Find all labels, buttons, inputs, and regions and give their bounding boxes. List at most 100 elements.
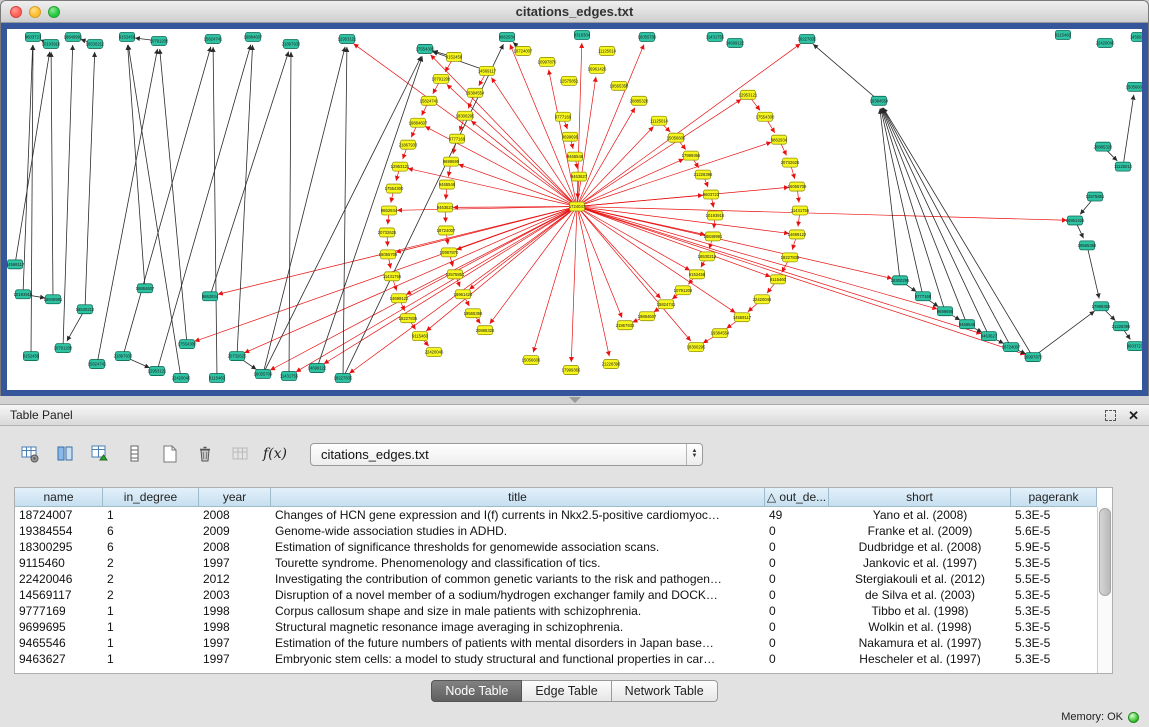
graph-node[interactable]: 11431756: [280, 372, 299, 381]
graph-node[interactable]: 9777169: [555, 112, 572, 121]
graph-node[interactable]: 11431756: [383, 272, 402, 281]
graph-node[interactable]: 16055709: [254, 370, 273, 379]
row-height-icon[interactable]: [121, 441, 149, 467]
graph-node[interactable]: 18724007: [437, 226, 456, 235]
graph-node[interactable]: 9152458: [689, 270, 706, 279]
graph-node[interactable]: 20885328: [476, 326, 495, 335]
graph-node[interactable]: 12953121: [391, 162, 410, 171]
graph-node[interactable]: 9465546: [439, 180, 456, 189]
graph-node[interactable]: 18300295: [687, 343, 706, 352]
column-header-year[interactable]: year: [199, 488, 271, 507]
graph-node[interactable]: 9152458: [119, 32, 136, 41]
graph-node[interactable]: 22420046: [1096, 38, 1115, 47]
new-file-icon[interactable]: [156, 441, 184, 467]
graph-node[interactable]: 20885328: [630, 96, 649, 105]
table-settings-icon[interactable]: [16, 441, 44, 467]
minimize-window-button[interactable]: [29, 6, 41, 18]
graph-node[interactable]: 18724007: [1002, 343, 1021, 352]
graph-node[interactable]: 1724047: [569, 202, 586, 211]
graph-node[interactable]: 18227835: [781, 253, 800, 262]
table-scrollbar-thumb[interactable]: [1099, 508, 1111, 596]
graph-node[interactable]: 17554300: [385, 184, 404, 193]
table-row[interactable]: 946362711997Embryonic stem cells: a mode…: [15, 651, 1112, 667]
columns-icon[interactable]: [51, 441, 79, 467]
graph-node[interactable]: 8318304: [574, 30, 591, 39]
column-header-short[interactable]: short: [829, 488, 1011, 507]
graph-node[interactable]: 12953121: [739, 90, 758, 99]
graph-node[interactable]: 15824741: [204, 34, 223, 43]
graph-node[interactable]: 14569117: [1130, 32, 1142, 41]
graph-node[interactable]: 21867933: [282, 39, 301, 48]
graph-node[interactable]: 10997870: [440, 248, 459, 257]
column-header-indegree[interactable]: in_degree: [103, 488, 199, 507]
graph-node[interactable]: 9603723: [1127, 342, 1142, 351]
graph-node[interactable]: 9603723: [25, 32, 42, 41]
graph-node[interactable]: 9115460: [209, 374, 226, 383]
graph-node[interactable]: 21867933: [616, 321, 635, 330]
graph-node[interactable]: 21228398: [694, 170, 713, 179]
graph-node[interactable]: 18724007: [514, 46, 533, 55]
graph-node[interactable]: 16961426: [588, 64, 607, 73]
graph-node[interactable]: 12953121: [148, 367, 167, 376]
graph-node[interactable]: 11125014: [1114, 162, 1133, 171]
column-header-outde[interactable]: △ out_de...: [765, 488, 829, 507]
graph-node[interactable]: 19565358: [1078, 241, 1097, 250]
graph-node[interactable]: 18530212: [698, 252, 717, 261]
graph-node[interactable]: 11125014: [650, 116, 669, 125]
splitter-handle-icon[interactable]: [569, 397, 581, 403]
graph-node[interactable]: 18227835: [798, 34, 817, 43]
graph-node[interactable]: 9862934: [499, 32, 516, 41]
graph-node[interactable]: 9152458: [446, 52, 463, 61]
graph-node[interactable]: 14699122: [788, 230, 807, 239]
graph-node[interactable]: 9463627: [571, 172, 588, 181]
graph-node[interactable]: 11431756: [706, 32, 725, 41]
table-row[interactable]: 946554611997Estimation of the future num…: [15, 635, 1112, 651]
graph-node[interactable]: 10791208: [150, 36, 169, 45]
graph-node[interactable]: 15056606: [1126, 82, 1142, 91]
table-row[interactable]: 969969511998Structural magnetic resonanc…: [15, 619, 1112, 635]
graph-node[interactable]: 15824741: [657, 300, 676, 309]
graph-node[interactable]: 9699695: [443, 157, 460, 166]
graph-node[interactable]: 18849991: [704, 232, 723, 241]
float-panel-icon[interactable]: [1105, 410, 1116, 421]
graph-node[interactable]: 10791208: [54, 344, 73, 353]
table-row[interactable]: 1456911722003Disruption of a novel membe…: [15, 587, 1112, 603]
table-disabled-icon[interactable]: [226, 441, 254, 467]
graph-node[interactable]: 16961426: [454, 290, 473, 299]
graph-node[interactable]: 9115460: [412, 332, 429, 341]
graph-node[interactable]: 17554300: [416, 44, 435, 53]
graph-node[interactable]: 20732625: [378, 228, 397, 237]
graph-node[interactable]: 9465546: [567, 152, 584, 161]
graph-node[interactable]: 17999366: [562, 366, 581, 375]
table-row[interactable]: 977716911998Corpus callosum shape and si…: [15, 603, 1112, 619]
graph-node[interactable]: 19884607: [244, 32, 263, 41]
graph-node[interactable]: 19565358: [464, 309, 483, 318]
graph-node[interactable]: 19384554: [466, 88, 485, 97]
graph-node[interactable]: 10791208: [674, 286, 693, 295]
graph-node[interactable]: 9115460: [1055, 30, 1072, 39]
graph-node[interactable]: 18227835: [399, 314, 418, 323]
graph-node[interactable]: 12575851: [560, 76, 579, 85]
graph-node[interactable]: 15824741: [420, 96, 439, 105]
graph-node[interactable]: 9463627: [981, 332, 998, 341]
graph-node[interactable]: 9152458: [23, 352, 40, 361]
graph-node[interactable]: 15056606: [522, 356, 541, 365]
graph-node[interactable]: 21228398: [602, 360, 621, 369]
graph-node[interactable]: 9699695: [562, 132, 579, 141]
column-header-name[interactable]: name: [15, 488, 103, 507]
table-row[interactable]: 1872400712008Changes of HCN gene express…: [15, 507, 1112, 523]
graph-node[interactable]: 12575851: [1086, 192, 1105, 201]
graph-node[interactable]: 22420046: [753, 295, 772, 304]
graph-node[interactable]: 10193918: [14, 290, 33, 299]
table-row[interactable]: 1830029562008Estimation of significance …: [15, 539, 1112, 555]
window-titlebar[interactable]: citations_edges.txt: [1, 1, 1148, 23]
graph-node[interactable]: 9115460: [770, 275, 787, 284]
graph-node[interactable]: 14569117: [478, 66, 497, 75]
graph-node[interactable]: 18530212: [86, 39, 105, 48]
graph-node[interactable]: 14569117: [733, 313, 752, 322]
table-row[interactable]: 2242004622012Investigating the contribut…: [15, 571, 1112, 587]
graph-node[interactable]: 18300295: [891, 276, 910, 285]
graph-node[interactable]: 9699695: [937, 307, 954, 316]
graph-node[interactable]: 16961426: [1066, 216, 1085, 225]
graph-node[interactable]: 9862934: [381, 206, 398, 215]
